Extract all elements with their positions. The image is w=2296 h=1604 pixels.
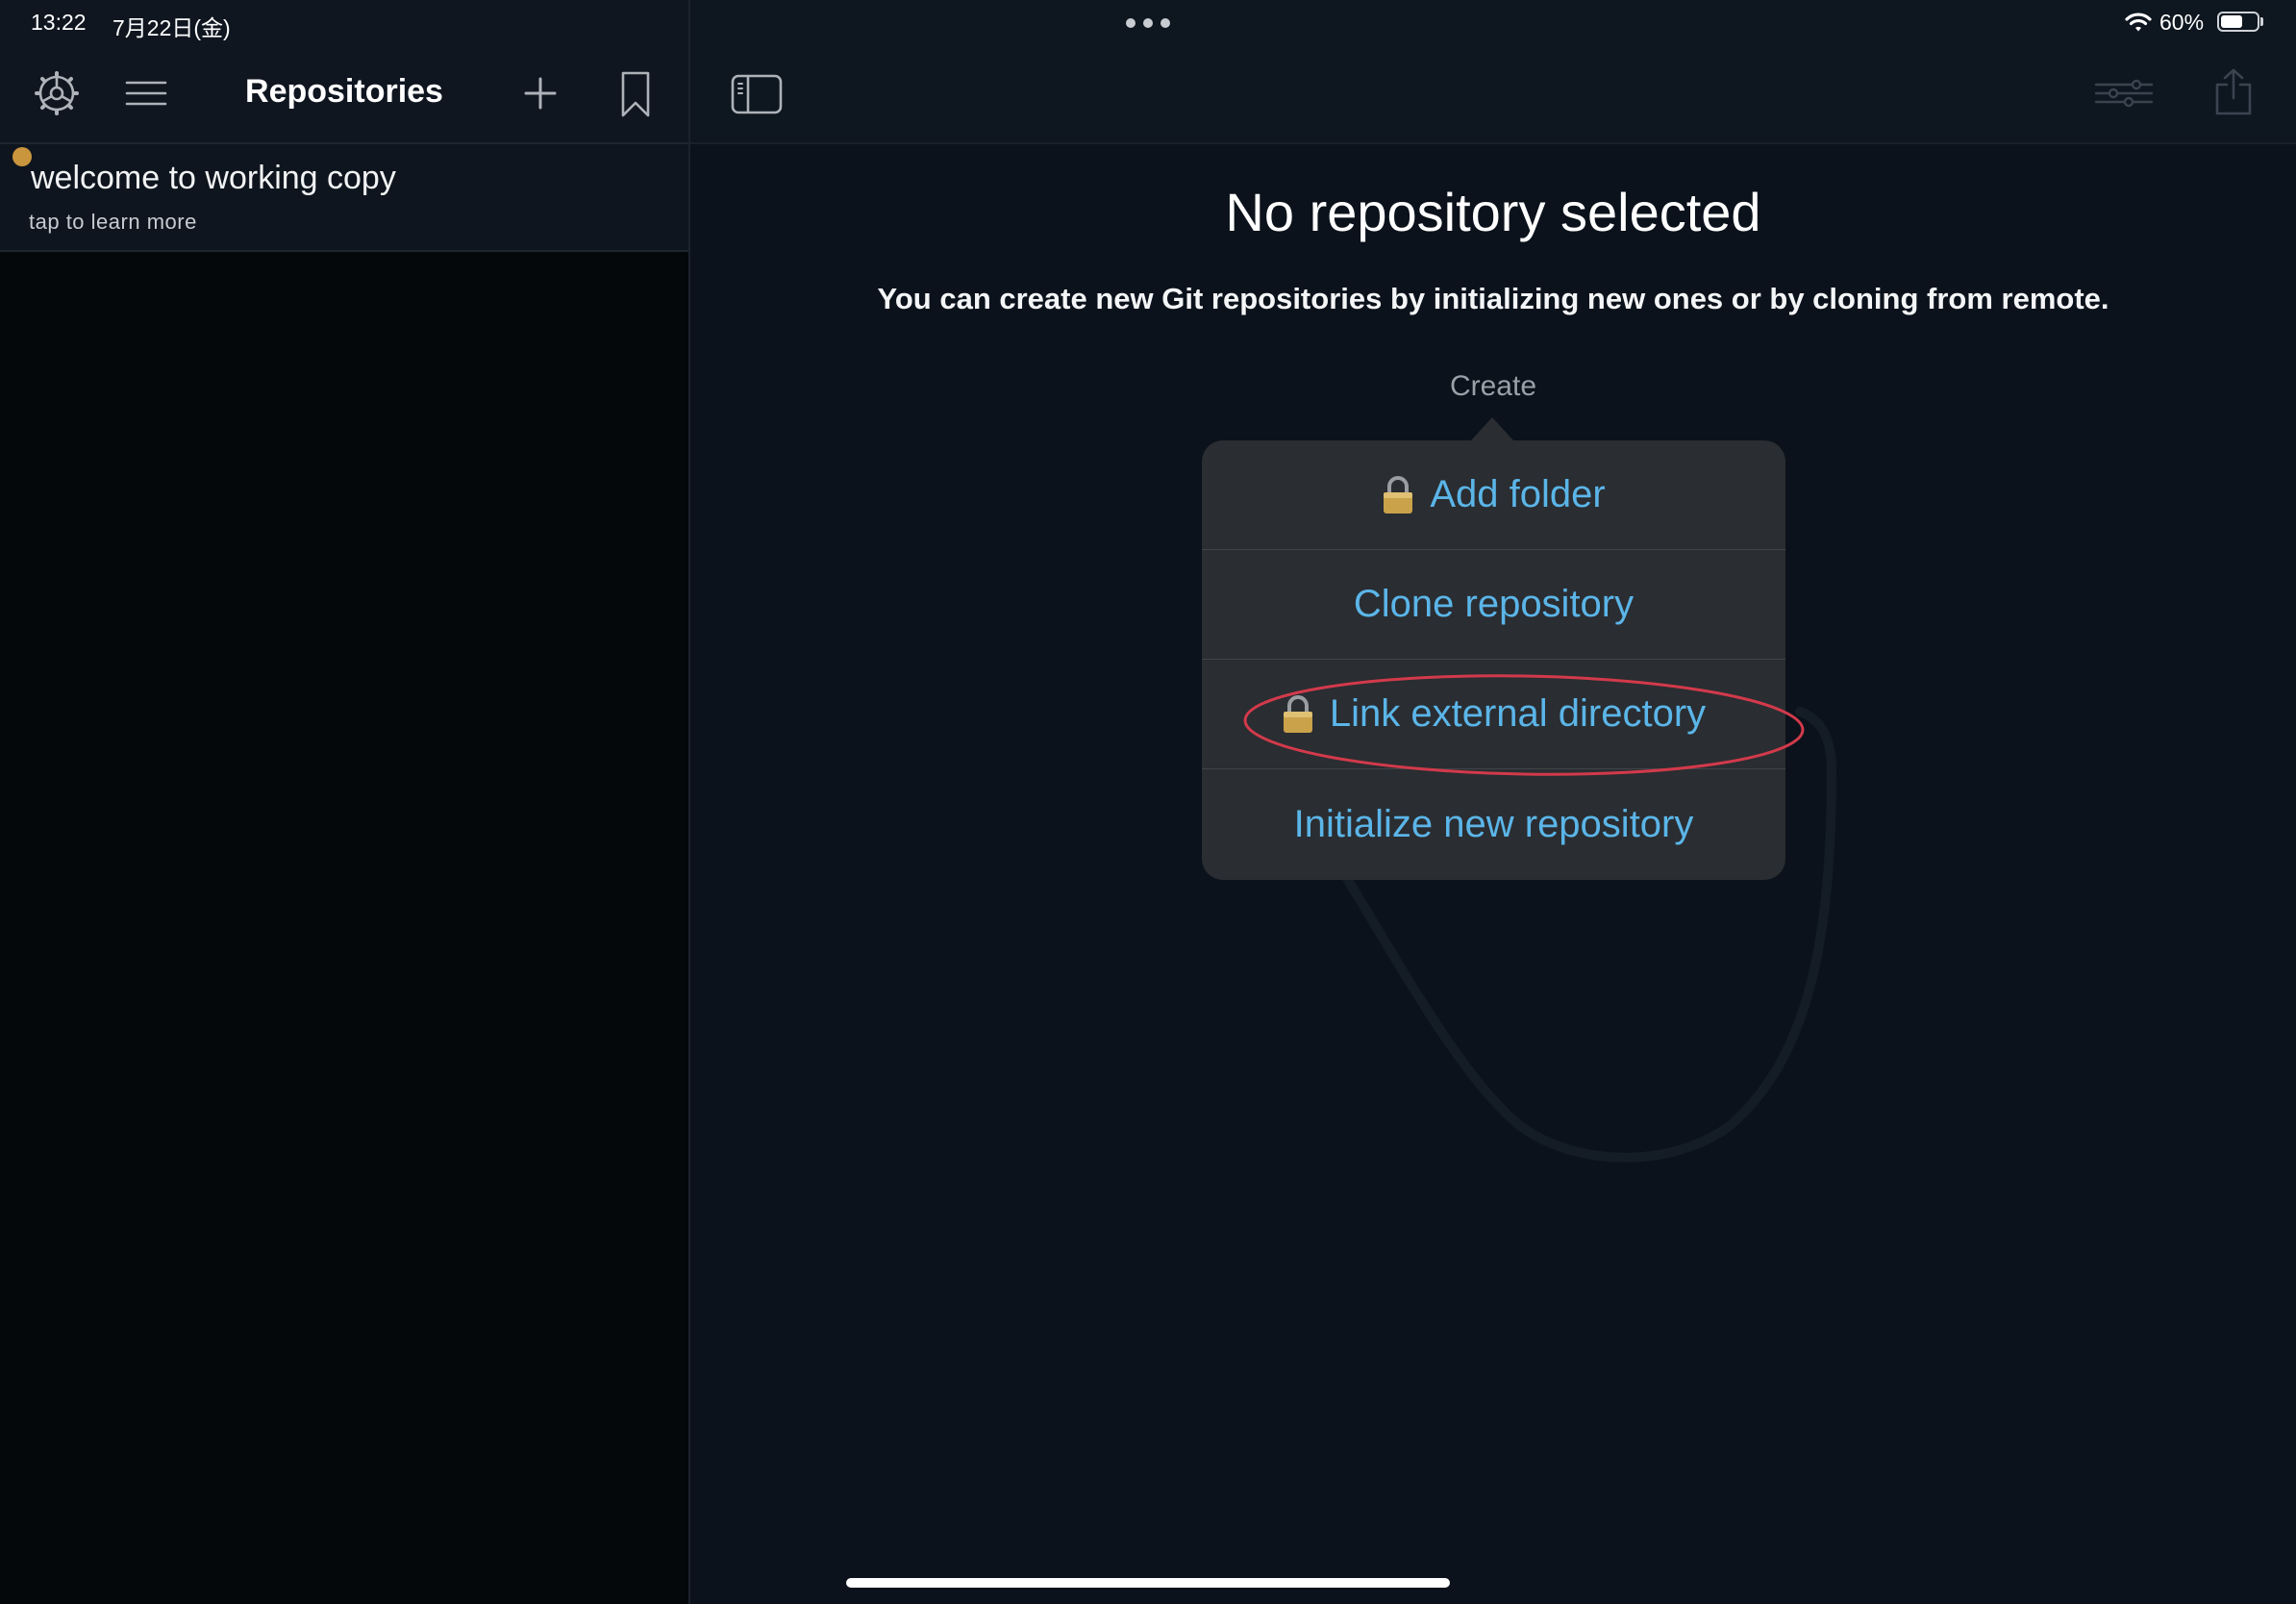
- create-button[interactable]: Create: [690, 370, 2296, 403]
- multitasking-dots-icon[interactable]: [1126, 18, 1170, 28]
- sidebar-toggle-icon[interactable]: [731, 74, 783, 114]
- battery-percentage: 60%: [2159, 10, 2205, 35]
- page-description: You can create new Git repositories by i…: [877, 282, 2109, 315]
- menu-item-label: Initialize new repository: [1293, 802, 1694, 845]
- lock-icon: [1384, 475, 1413, 514]
- status-time: 13:22: [31, 10, 87, 35]
- battery-icon: [2217, 12, 2259, 32]
- battery-level-fill: [2221, 15, 2242, 28]
- page-title: No repository selected: [1225, 182, 1761, 242]
- status-dot: [12, 147, 32, 166]
- share-icon[interactable]: [2213, 67, 2254, 117]
- menu-item-label: Clone repository: [1353, 583, 1635, 625]
- popover-arrow: [1471, 417, 1513, 440]
- create-popover-menu: Add folder Clone repository Link externa…: [1202, 440, 1785, 880]
- settings-gear-icon[interactable]: [34, 70, 80, 116]
- battery-nub: [2260, 17, 2263, 26]
- menu-item-label: Link external directory: [1329, 692, 1707, 735]
- repo-subtitle: tap to learn more: [29, 210, 197, 234]
- sidebar-header: [0, 0, 688, 144]
- status-date: 7月22日(金): [112, 15, 231, 40]
- initialize-new-repository-menu-item[interactable]: Initialize new repository: [1202, 769, 1785, 879]
- menu-icon[interactable]: [125, 79, 167, 108]
- add-icon[interactable]: [524, 77, 557, 110]
- wifi-icon: [2125, 13, 2152, 32]
- bookmark-icon[interactable]: [620, 70, 651, 118]
- sidebar-title: Repositories: [245, 73, 443, 110]
- link-external-directory-menu-item[interactable]: Link external directory: [1202, 660, 1785, 769]
- lock-icon: [1283, 694, 1312, 733]
- menu-item-label: Add folder: [1430, 473, 1606, 515]
- add-folder-menu-item[interactable]: Add folder: [1202, 440, 1785, 550]
- home-indicator[interactable]: [846, 1578, 1450, 1588]
- clone-repository-menu-item[interactable]: Clone repository: [1202, 550, 1785, 660]
- repo-title: welcome to working copy: [31, 160, 396, 196]
- main-header: [690, 0, 2296, 144]
- filter-sliders-icon[interactable]: [2094, 77, 2154, 110]
